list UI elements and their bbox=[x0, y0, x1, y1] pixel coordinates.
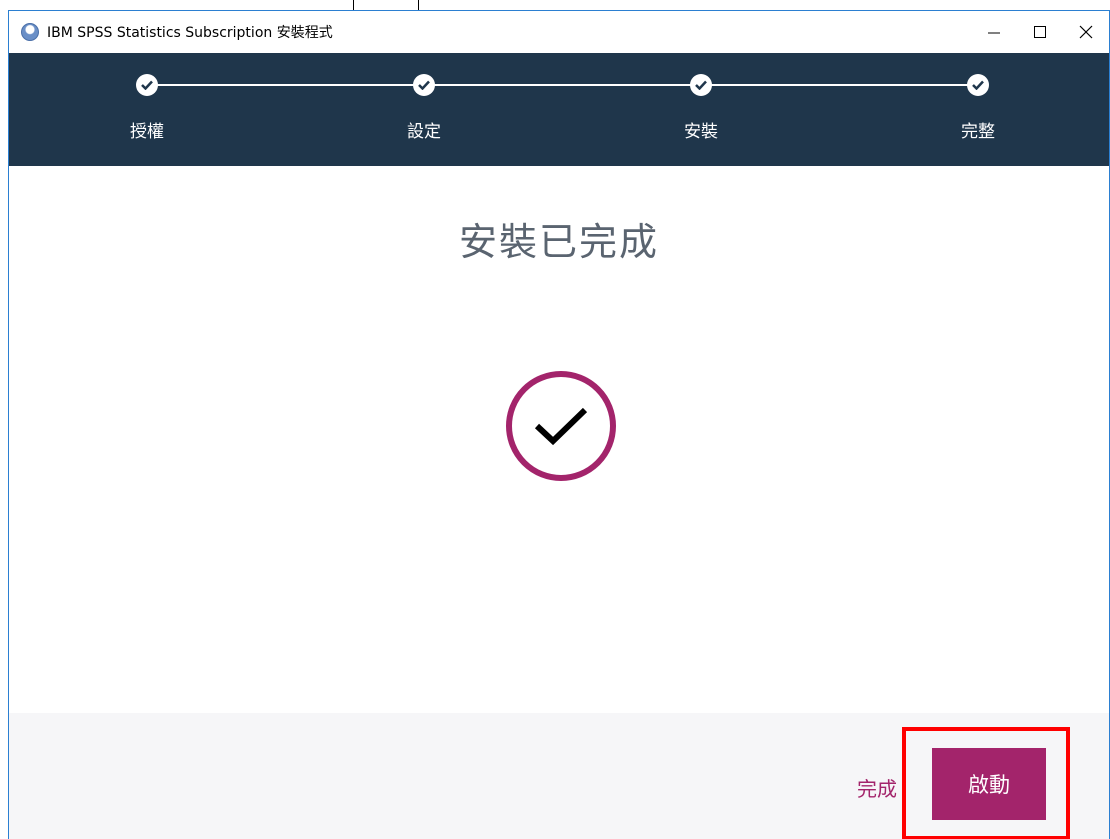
window-controls bbox=[955, 11, 1109, 53]
step-2-label: 設定 bbox=[407, 122, 441, 142]
window-title: IBM SPSS Statistics Subscription 安裝程式 bbox=[47, 25, 333, 41]
step-1-label: 授權 bbox=[130, 122, 164, 142]
step-3-label: 安裝 bbox=[684, 122, 718, 142]
step-4-label: 完整 bbox=[961, 122, 995, 142]
installer-window: IBM SPSS Statistics Subscription 安裝程式 授權… bbox=[8, 10, 1110, 839]
minimize-button[interactable] bbox=[971, 11, 1017, 53]
close-icon bbox=[1079, 25, 1093, 39]
finish-link[interactable]: 完成 bbox=[857, 773, 897, 802]
check-circle-icon bbox=[506, 371, 616, 481]
progress-stepper: 授權 設定 安裝 完整 bbox=[9, 53, 1109, 166]
title-bar[interactable]: IBM SPSS Statistics Subscription 安裝程式 bbox=[9, 11, 1109, 53]
step-4-check-icon bbox=[967, 74, 989, 96]
step-2-check-icon bbox=[413, 74, 435, 96]
app-icon bbox=[21, 23, 39, 41]
step-1-check-icon bbox=[136, 74, 158, 96]
launch-button[interactable]: 啟動 bbox=[932, 748, 1046, 820]
page-heading: 安裝已完成 bbox=[458, 220, 659, 264]
maximize-button[interactable] bbox=[1017, 11, 1063, 53]
minimize-icon bbox=[988, 32, 1000, 34]
step-connector bbox=[157, 84, 987, 86]
close-button[interactable] bbox=[1063, 11, 1109, 53]
footer-bar: 完成 啟動 bbox=[9, 713, 1109, 839]
maximize-icon bbox=[1034, 26, 1046, 38]
step-3-check-icon bbox=[690, 74, 712, 96]
